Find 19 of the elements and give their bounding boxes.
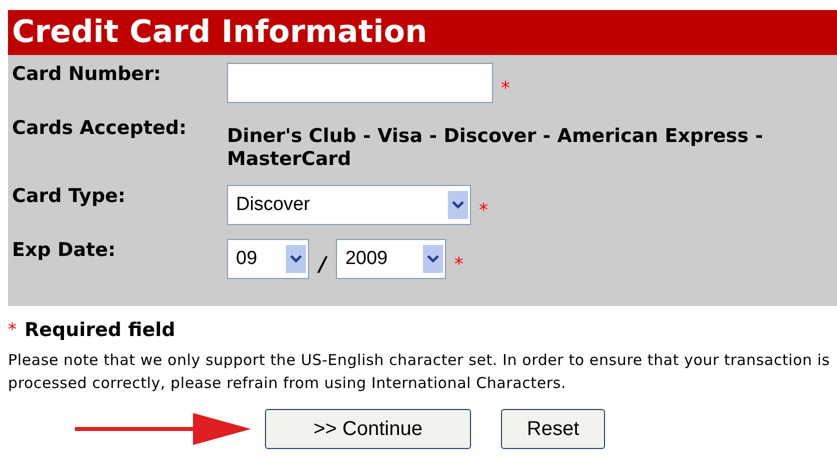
continue-button[interactable]: >> Continue — [265, 408, 471, 448]
field-label: Cards Accepted: — [11, 117, 188, 141]
field-label: Card Type: — [11, 185, 127, 209]
date-separator: / — [319, 251, 326, 278]
required-asterisk: * — [8, 318, 16, 342]
required-asterisk: * — [501, 77, 510, 101]
dropdown[interactable]: 09 — [227, 239, 309, 279]
required-asterisk: * — [454, 253, 464, 277]
notice-text: Please note that we only support the US-English character set. In order to ensure that your transaction is processed correctly, please refrain from using International Characters. — [8, 350, 831, 394]
accepted-cards-text: Diner's Club - Visa - Discover - American Express - MasterCard — [227, 125, 764, 171]
required-asterisk: * — [479, 199, 488, 223]
card-number-field[interactable] — [227, 63, 493, 103]
required-field-note: Required field — [24, 318, 176, 343]
reset-button[interactable]: Reset — [501, 408, 605, 448]
dropdown[interactable]: 2009 — [336, 239, 446, 279]
dropdown[interactable]: Discover — [227, 185, 471, 225]
field-label: Card Number: — [11, 63, 162, 87]
section-header: Credit Card Information — [8, 10, 837, 55]
field-label: Exp Date: — [11, 239, 117, 263]
